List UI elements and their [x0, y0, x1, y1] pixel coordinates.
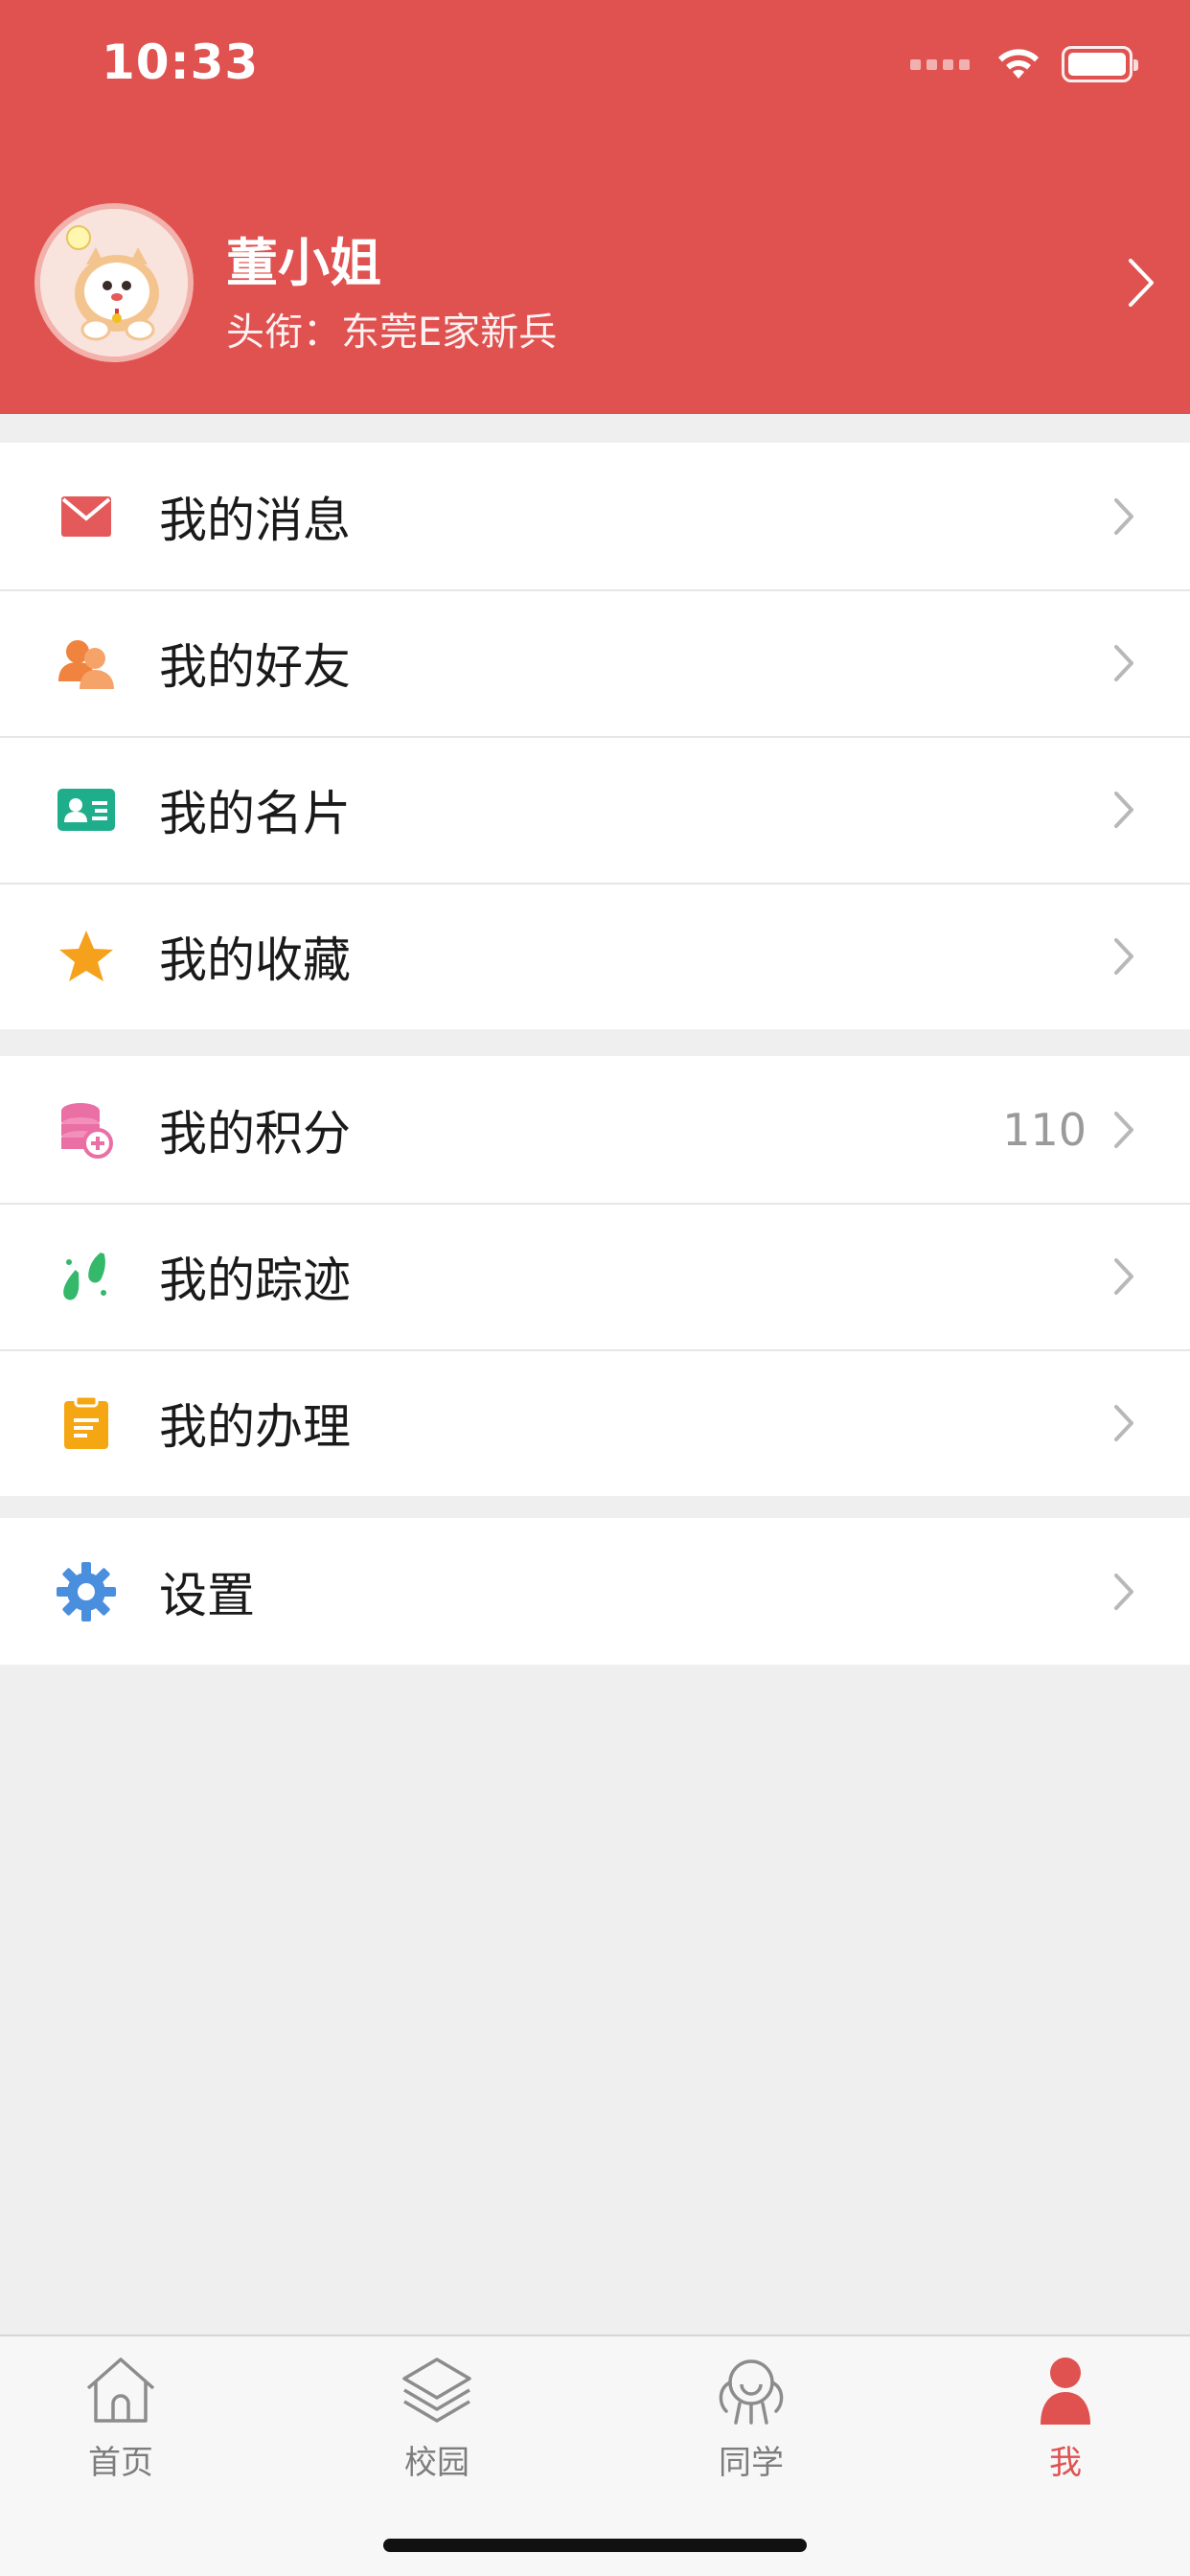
wifi-icon: [998, 49, 1039, 79]
menu-item-label: 我的收藏: [159, 932, 351, 988]
envelope-icon: [56, 487, 117, 546]
menu-item-label: 我的好友: [159, 638, 351, 695]
chevron-right-icon: [1114, 937, 1133, 975]
points-value: 110: [1002, 1103, 1087, 1156]
menu-item-label: 设置: [159, 1567, 255, 1623]
tab-label: 同学: [719, 2444, 784, 2482]
menu-group-1: 我的消息 我的好友 我的名片 我的收藏: [0, 443, 1190, 1029]
home-icon: [86, 2358, 155, 2423]
menu-item-friends[interactable]: 我的好友: [0, 589, 1190, 736]
chevron-right-icon: [1114, 644, 1133, 681]
person-icon: [1041, 2358, 1090, 2425]
profile-name: 董小姐: [226, 233, 381, 293]
id-card-icon: [56, 780, 117, 840]
chevron-right-icon: [1114, 497, 1133, 535]
menu-item-label: 我的积分: [159, 1105, 351, 1162]
chevron-right-icon[interactable]: [1127, 257, 1156, 309]
menu-item-affairs[interactable]: 我的办理: [0, 1349, 1190, 1496]
menu-item-favorites[interactable]: 我的收藏: [0, 883, 1190, 1029]
menu-item-footprints[interactable]: 我的踪迹: [0, 1203, 1190, 1349]
menu-group-2: 我的积分 110 我的踪迹 我的办理: [0, 1056, 1190, 1496]
status-time: 10:33: [102, 34, 260, 90]
signal-icon: [910, 58, 970, 70]
gear-icon: [56, 1562, 117, 1622]
menu-item-business-card[interactable]: 我的名片: [0, 736, 1190, 883]
avatar-cat-image: [40, 209, 188, 356]
profile-title: 头衔：东莞E家新兵: [226, 310, 558, 355]
layers-icon: [402, 2358, 471, 2423]
tab-label: 首页: [88, 2444, 153, 2482]
tab-campus[interactable]: 校园: [351, 2354, 523, 2497]
coins-icon: [56, 1100, 117, 1160]
menu-item-label: 我的消息: [159, 492, 351, 548]
battery-icon: [1062, 46, 1138, 82]
chevron-right-icon: [1114, 1404, 1133, 1441]
star-icon: [56, 927, 117, 986]
menu-item-points[interactable]: 我的积分 110: [0, 1056, 1190, 1203]
chevron-right-icon: [1114, 791, 1133, 828]
menu-item-settings[interactable]: 设置: [0, 1518, 1190, 1665]
footprints-icon: [56, 1247, 117, 1306]
classmates-icon: [719, 2359, 784, 2425]
menu-item-label: 我的名片: [159, 785, 351, 841]
chevron-right-icon: [1114, 1257, 1133, 1295]
tab-label: 校园: [404, 2444, 469, 2482]
chevron-right-icon: [1114, 1573, 1133, 1610]
status-icons: [910, 42, 1138, 86]
chevron-right-icon: [1114, 1111, 1133, 1148]
profile-page: 10:33 董小姐 头衔：东莞E家新兵 我的消息 我的好友 我的名片 我的收藏 …: [0, 0, 1190, 2576]
avatar[interactable]: [34, 203, 194, 362]
profile-header: 10:33 董小姐 头衔：东莞E家新兵: [0, 0, 1190, 414]
menu-item-messages[interactable]: 我的消息: [0, 443, 1190, 589]
menu-item-label: 我的办理: [159, 1398, 351, 1455]
tab-label: 我: [1049, 2444, 1082, 2482]
tab-me[interactable]: 我: [979, 2354, 1152, 2497]
friends-icon: [56, 633, 117, 693]
menu-group-3: 设置: [0, 1518, 1190, 1665]
tab-classmates[interactable]: 同学: [665, 2354, 837, 2497]
clipboard-icon: [56, 1393, 117, 1453]
home-indicator[interactable]: [383, 2539, 807, 2552]
tab-home[interactable]: 首页: [34, 2354, 207, 2497]
menu-item-label: 我的踪迹: [159, 1252, 351, 1308]
